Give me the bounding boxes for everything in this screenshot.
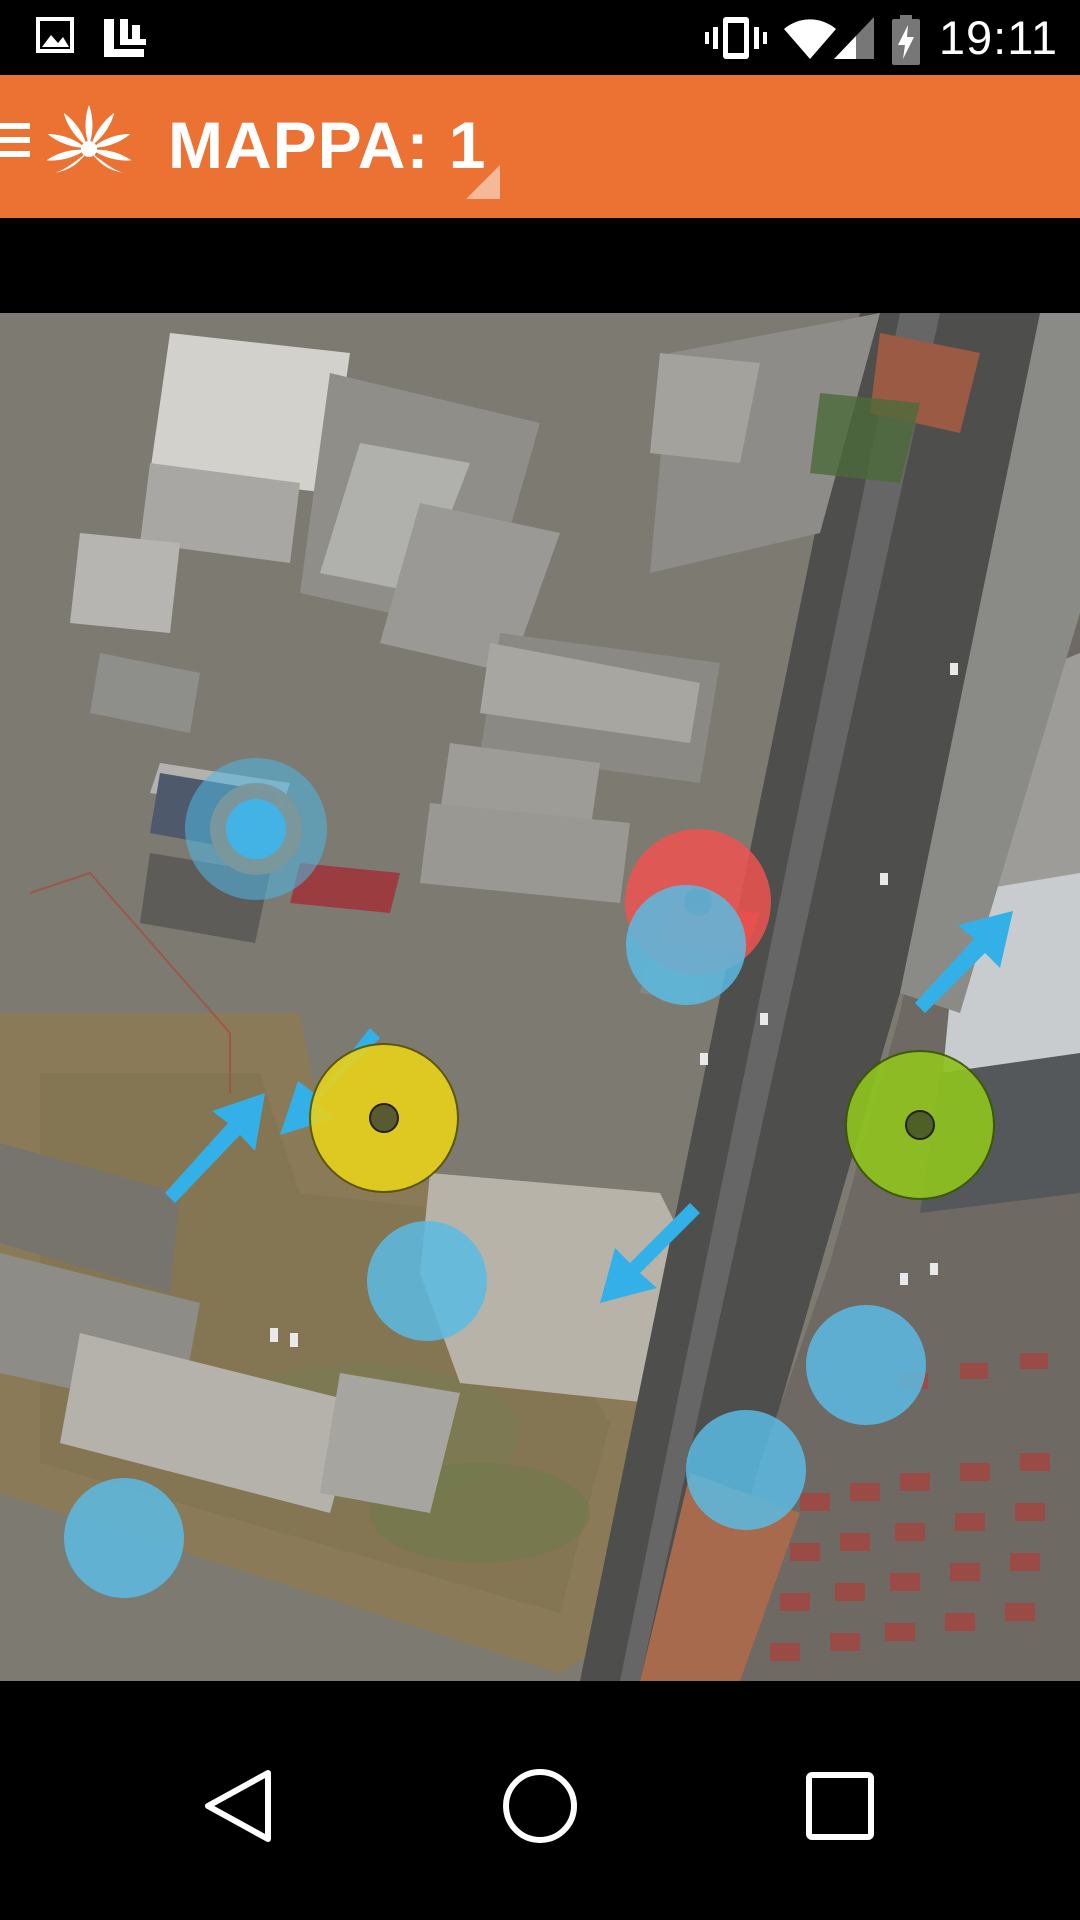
marker-yellow[interactable] (309, 1043, 459, 1193)
arrow-southwest-road-icon (600, 1203, 700, 1303)
satellite-map[interactable] (0, 313, 1080, 1681)
sun-logo-icon[interactable] (36, 97, 142, 197)
map-markers-layer (64, 758, 1013, 1598)
back-icon[interactable] (182, 1751, 292, 1861)
marker-blue-right[interactable] (806, 1305, 926, 1425)
navigation-bar (0, 1681, 1080, 1920)
marker-blue-field[interactable] (367, 1221, 487, 1341)
vibrate-icon (705, 17, 767, 59)
arrow-northeast-right-icon (915, 911, 1013, 1013)
signal-icon (834, 17, 874, 59)
dropdown-indicator-icon[interactable] (466, 165, 500, 199)
arrow-northeast-icon (165, 1093, 265, 1203)
status-bar: 19:11 (0, 0, 1080, 75)
battery-charging-icon (892, 15, 920, 65)
notification-icon (104, 19, 146, 57)
home-icon[interactable] (485, 1751, 595, 1861)
marker-blue-road[interactable] (686, 1410, 806, 1530)
page-title[interactable]: MAPPA: 1 (168, 107, 486, 183)
marker-blue-overlap[interactable] (626, 885, 746, 1005)
app-bar: MAPPA: 1 (0, 75, 1080, 218)
hamburger-icon[interactable] (0, 123, 30, 169)
image-icon (36, 17, 74, 53)
marker-blue-bottom-left[interactable] (64, 1478, 184, 1598)
wifi-icon (784, 19, 836, 59)
status-time: 19:11 (938, 11, 1058, 64)
marker-green[interactable] (845, 1050, 995, 1200)
target-marker-blue[interactable] (185, 758, 327, 900)
recents-icon[interactable] (785, 1751, 895, 1861)
